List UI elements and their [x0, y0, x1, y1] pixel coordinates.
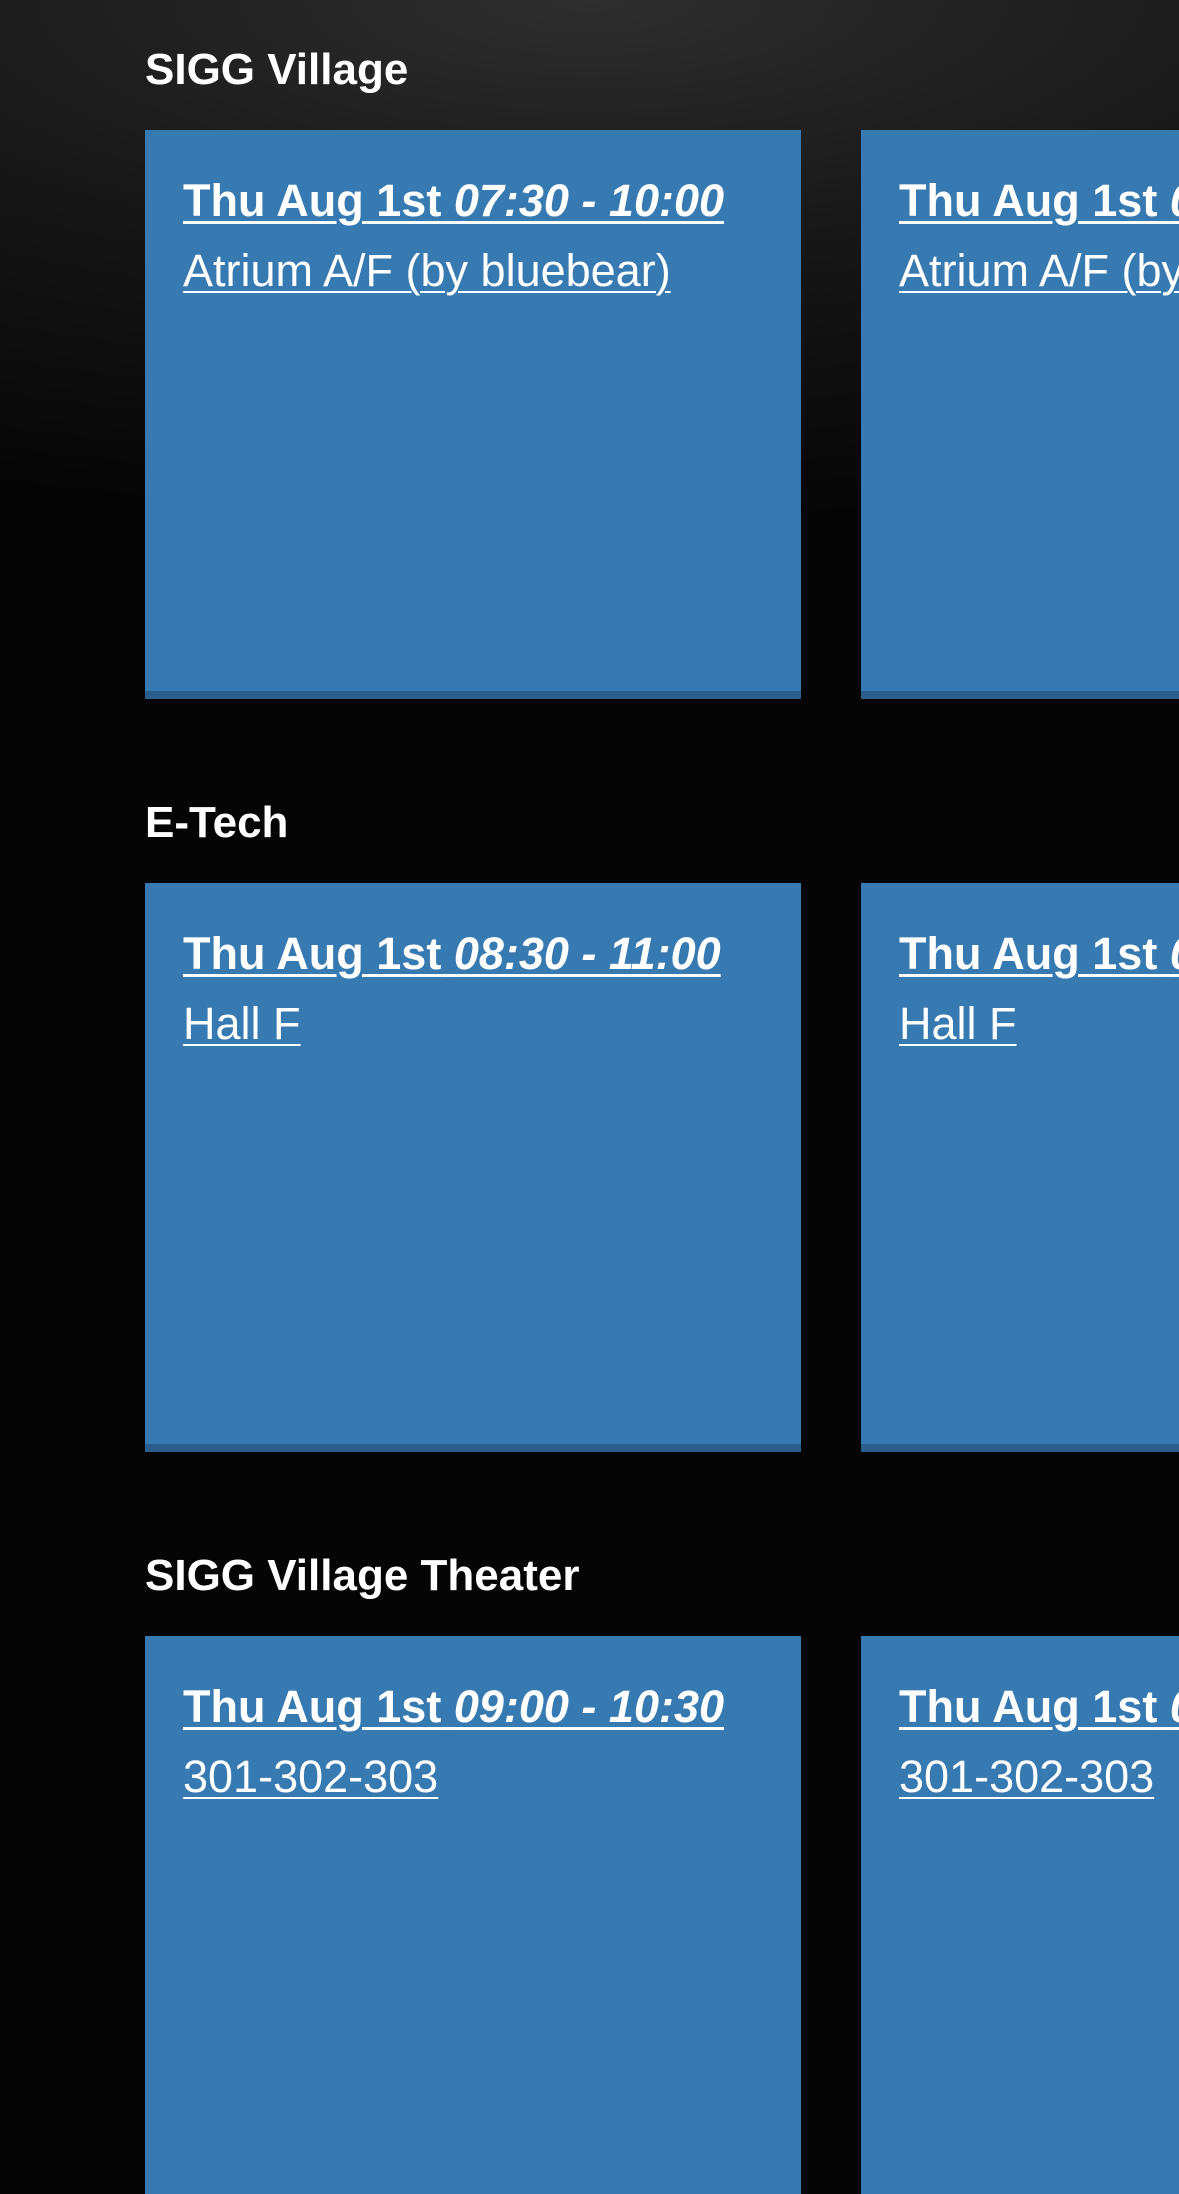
section-e-tech: E-Tech Thu Aug 1st 08:30 - 11:00 Hall F … — [145, 798, 1179, 1458]
section-sigg-village-theater: SIGG Village Theater Thu Aug 1st 09:00 -… — [145, 1551, 1179, 2194]
event-time: 09:00 - 10:30 — [453, 1681, 725, 1732]
event-room-link[interactable]: Hall F — [183, 997, 801, 1051]
event-date-time-link[interactable]: Thu Aug 1st 08:30 - 11:00 — [183, 927, 801, 981]
event-date-time-link[interactable]: Thu Aug 1st 09:00 - 10:30 — [899, 1680, 1179, 1734]
event-date-time-link[interactable]: Thu Aug 1st 07:30 - 10:00 — [899, 174, 1179, 228]
event-room-link[interactable]: Hall F — [899, 997, 1179, 1051]
event-day: Thu Aug 1st — [899, 928, 1158, 979]
section-title: E-Tech — [145, 798, 289, 847]
schedule-page: SIGG Village Thu Aug 1st 07:30 - 10:00 A… — [0, 0, 1179, 2194]
section-title: SIGG Village Theater — [145, 1551, 580, 1600]
event-room-link[interactable]: Atrium A/F (by bluebear) — [899, 244, 1179, 298]
event-day: Thu Aug 1st — [183, 175, 442, 226]
event-day: Thu Aug 1st — [183, 928, 442, 979]
event-room-link[interactable]: Atrium A/F (by bluebear) — [183, 244, 801, 298]
event-card[interactable]: Thu Aug 1st 07:30 - 10:00 Atrium A/F (by… — [861, 130, 1179, 699]
section-title: SIGG Village — [145, 45, 409, 94]
event-cards-row[interactable]: Thu Aug 1st 08:30 - 11:00 Hall F Thu Aug… — [145, 883, 1179, 1453]
event-day: Thu Aug 1st — [899, 175, 1158, 226]
event-card[interactable]: Thu Aug 1st 09:00 - 10:30 301-302-303 — [861, 1636, 1179, 2194]
event-time: 07:30 - 10:00 — [1170, 175, 1179, 226]
event-card[interactable]: Thu Aug 1st 08:30 - 11:00 Hall F — [861, 883, 1179, 1452]
event-date-time-link[interactable]: Thu Aug 1st 09:00 - 10:30 — [183, 1680, 801, 1734]
event-room-link[interactable]: 301-302-303 — [183, 1750, 801, 1804]
event-date-time-link[interactable]: Thu Aug 1st 07:30 - 10:00 — [183, 174, 801, 228]
event-time: 09:00 - 10:30 — [1170, 1681, 1179, 1732]
event-cards-row[interactable]: Thu Aug 1st 09:00 - 10:30 301-302-303 Th… — [145, 1636, 1179, 2194]
event-date-time-link[interactable]: Thu Aug 1st 08:30 - 11:00 — [899, 927, 1179, 981]
event-cards-row[interactable]: Thu Aug 1st 07:30 - 10:00 Atrium A/F (by… — [145, 130, 1179, 700]
section-sigg-village: SIGG Village Thu Aug 1st 07:30 - 10:00 A… — [145, 45, 1179, 705]
event-time: 08:30 - 11:00 — [453, 928, 721, 979]
event-card[interactable]: Thu Aug 1st 08:30 - 11:00 Hall F — [145, 883, 801, 1452]
event-room-link[interactable]: 301-302-303 — [899, 1750, 1179, 1804]
event-time: 08:30 - 11:00 — [1170, 928, 1179, 979]
event-day: Thu Aug 1st — [183, 1681, 442, 1732]
event-card[interactable]: Thu Aug 1st 07:30 - 10:00 Atrium A/F (by… — [145, 130, 801, 699]
event-time: 07:30 - 10:00 — [453, 175, 725, 226]
event-day: Thu Aug 1st — [899, 1681, 1158, 1732]
event-card[interactable]: Thu Aug 1st 09:00 - 10:30 301-302-303 — [145, 1636, 801, 2194]
